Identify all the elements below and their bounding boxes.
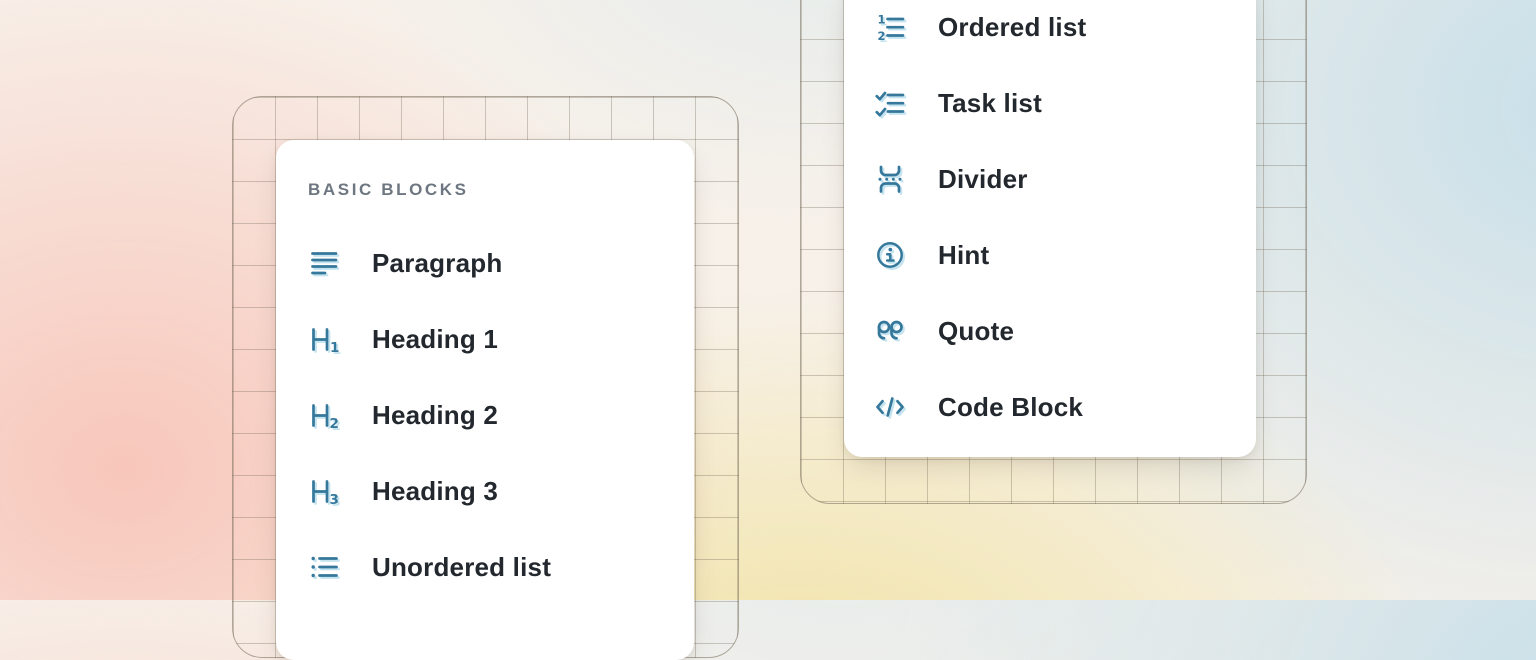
- basic-blocks-menu: BASIC BLOCKS Paragraph 1 Heading 1 2 Hea…: [276, 140, 694, 660]
- menu-item[interactable]: 3 Heading 3: [276, 453, 694, 529]
- menu-item[interactable]: 1 2 Ordered list: [844, 0, 1256, 65]
- svg-text:1: 1: [330, 340, 339, 356]
- blocks-menu-continued: 1 2 Ordered list Task list Divider Hint: [844, 0, 1256, 457]
- menu-item[interactable]: 1 Heading 1: [276, 301, 694, 377]
- menu-item[interactable]: Task list: [844, 65, 1256, 141]
- menu-item[interactable]: Quote: [844, 293, 1256, 369]
- menu-item[interactable]: 2 Heading 2: [276, 377, 694, 453]
- heading-3-icon: 3: [308, 475, 340, 507]
- svg-text:1: 1: [878, 12, 886, 26]
- menu-item[interactable]: Paragraph: [276, 225, 694, 301]
- svg-text:2: 2: [878, 29, 886, 43]
- blocks-list-continued: 1 2 Ordered list Task list Divider Hint: [844, 0, 1256, 445]
- heading-2-icon: 2: [308, 399, 340, 431]
- task-list-icon: [874, 87, 906, 119]
- heading-1-icon: 1: [308, 323, 340, 355]
- menu-item[interactable]: Hint: [844, 217, 1256, 293]
- menu-item[interactable]: Divider: [844, 141, 1256, 217]
- unordered-list-icon: [308, 551, 340, 583]
- quote-icon: [874, 315, 906, 347]
- code-block-icon: [874, 391, 906, 423]
- menu-item[interactable]: Code Block: [844, 369, 1256, 445]
- paragraph-icon: [308, 247, 340, 279]
- basic-blocks-list: Paragraph 1 Heading 1 2 Heading 2 3 Head…: [276, 225, 694, 605]
- divider-icon: [874, 163, 906, 195]
- section-label: BASIC BLOCKS: [276, 140, 694, 200]
- menu-item[interactable]: Unordered list: [276, 529, 694, 605]
- svg-text:2: 2: [330, 416, 339, 432]
- hint-icon: [874, 239, 906, 271]
- svg-text:3: 3: [330, 492, 339, 508]
- ordered-list-icon: 1 2: [874, 11, 906, 43]
